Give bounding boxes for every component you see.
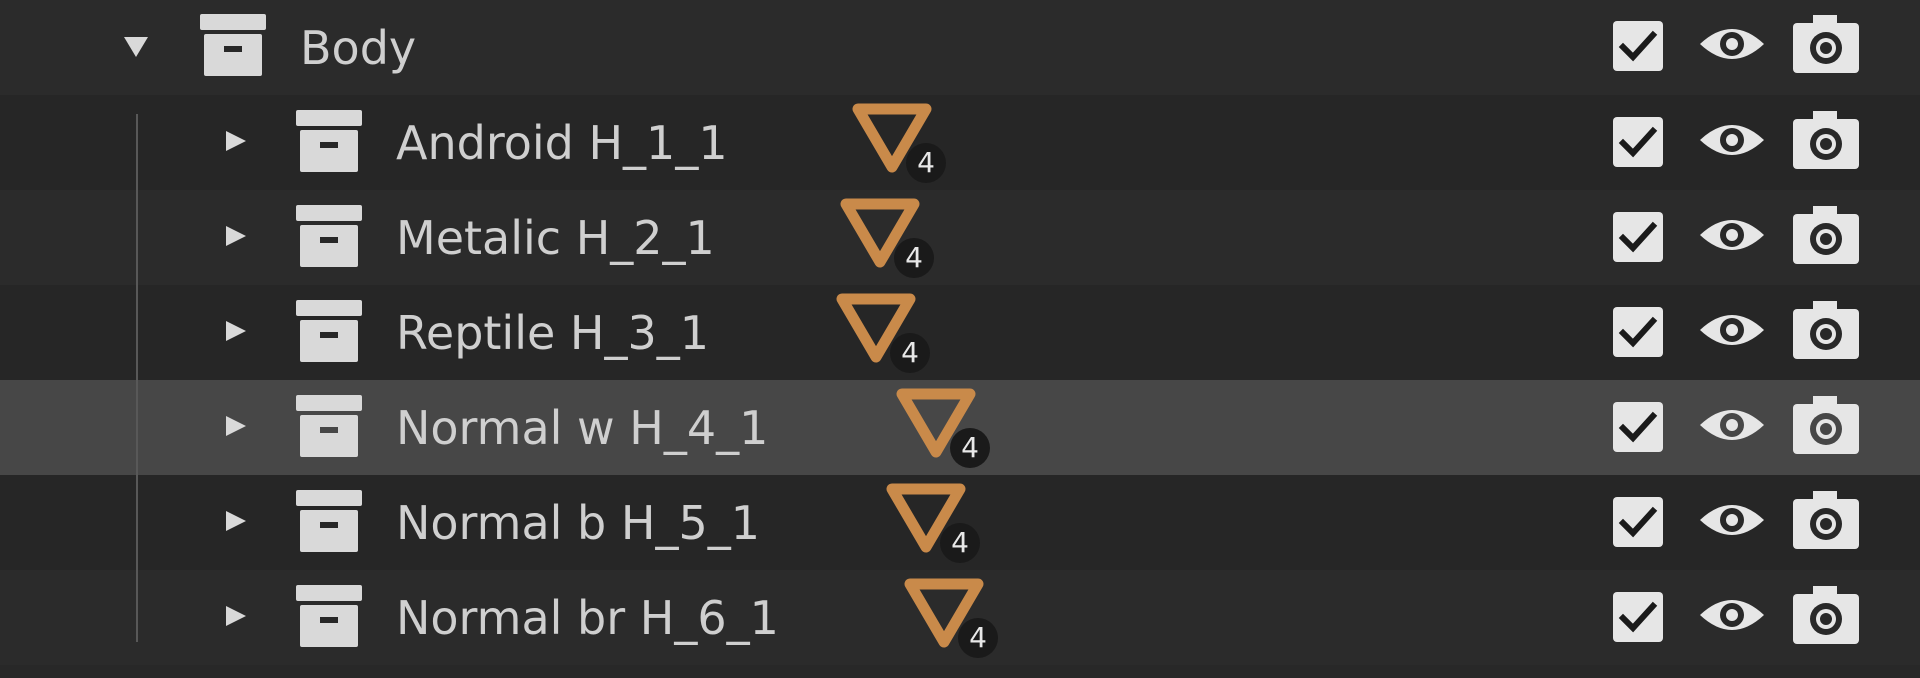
exclude-checkbox[interactable]	[1612, 211, 1664, 263]
collapse-triangle-icon[interactable]	[216, 313, 252, 349]
collapse-triangle-icon[interactable]	[216, 218, 252, 254]
mesh-data-icon[interactable]: 4	[840, 198, 936, 278]
outliner-row-normal-br[interactable]: Normal br H_6_1 4	[0, 570, 1920, 665]
outliner-panel: Body Android H_1_1 4 Metalic H_2_1 4 Rep…	[0, 0, 1920, 678]
camera-icon[interactable]	[1792, 205, 1860, 265]
collection-icon	[296, 108, 362, 174]
camera-icon[interactable]	[1792, 110, 1860, 170]
eye-icon[interactable]	[1698, 589, 1766, 641]
eye-icon[interactable]	[1698, 114, 1766, 166]
mesh-count-badge: 4	[940, 523, 980, 563]
expand-triangle-icon[interactable]	[118, 28, 154, 64]
collection-icon	[200, 12, 266, 78]
mesh-count-badge: 4	[894, 238, 934, 278]
camera-icon[interactable]	[1792, 300, 1860, 360]
collapse-triangle-icon[interactable]	[216, 598, 252, 634]
outliner-row-normal-b[interactable]: Normal b H_5_1 4	[0, 475, 1920, 570]
outliner-row-normal-w[interactable]: Normal w H_4_1 4	[0, 380, 1920, 475]
exclude-checkbox[interactable]	[1612, 401, 1664, 453]
exclude-checkbox[interactable]	[1612, 306, 1664, 358]
collection-icon	[296, 203, 362, 269]
collection-icon	[296, 393, 362, 459]
mesh-count-badge: 4	[950, 428, 990, 468]
mesh-count-badge: 4	[890, 333, 930, 373]
outliner-row-metalic[interactable]: Metalic H_2_1 4	[0, 190, 1920, 285]
exclude-checkbox[interactable]	[1612, 496, 1664, 548]
collection-icon	[296, 298, 362, 364]
mesh-data-icon[interactable]: 4	[886, 483, 982, 563]
mesh-count-badge: 4	[958, 618, 998, 658]
collection-label: Reptile H_3_1	[396, 306, 710, 360]
collection-label: Normal br H_6_1	[396, 591, 779, 645]
mesh-count-badge: 4	[906, 143, 946, 183]
exclude-checkbox[interactable]	[1612, 20, 1664, 72]
mesh-data-icon[interactable]: 4	[896, 388, 992, 468]
collection-icon	[296, 583, 362, 649]
eye-icon[interactable]	[1698, 304, 1766, 356]
collection-label: Normal w H_4_1	[396, 401, 769, 455]
outliner-row-reptile[interactable]: Reptile H_3_1 4	[0, 285, 1920, 380]
camera-icon[interactable]	[1792, 490, 1860, 550]
camera-icon[interactable]	[1792, 14, 1860, 74]
mesh-data-icon[interactable]: 4	[852, 103, 948, 183]
eye-icon[interactable]	[1698, 209, 1766, 261]
collection-label: Body	[300, 21, 417, 75]
collapse-triangle-icon[interactable]	[216, 123, 252, 159]
mesh-data-icon[interactable]: 4	[904, 578, 1000, 658]
outliner-row-body[interactable]: Body	[0, 0, 1920, 95]
exclude-checkbox[interactable]	[1612, 116, 1664, 168]
eye-icon[interactable]	[1698, 18, 1766, 70]
eye-icon[interactable]	[1698, 494, 1766, 546]
collection-label: Android H_1_1	[396, 116, 728, 170]
collection-icon	[296, 488, 362, 554]
collapse-triangle-icon[interactable]	[216, 408, 252, 444]
eye-icon[interactable]	[1698, 399, 1766, 451]
outliner-row-android[interactable]: Android H_1_1 4	[0, 95, 1920, 190]
collapse-triangle-icon[interactable]	[216, 503, 252, 539]
camera-icon[interactable]	[1792, 395, 1860, 455]
mesh-data-icon[interactable]: 4	[836, 293, 932, 373]
collection-label: Metalic H_2_1	[396, 211, 715, 265]
exclude-checkbox[interactable]	[1612, 591, 1664, 643]
collection-label: Normal b H_5_1	[396, 496, 761, 550]
hierarchy-line	[136, 114, 138, 642]
camera-icon[interactable]	[1792, 585, 1860, 645]
